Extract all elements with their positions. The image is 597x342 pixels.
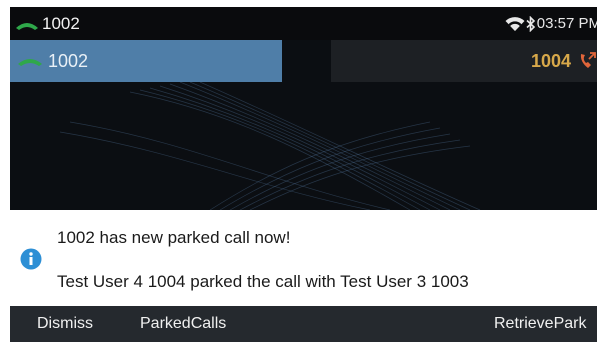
- retrieve-park-softkey[interactable]: RetrievePark: [494, 315, 586, 333]
- line-key-label: 1004: [530, 50, 571, 71]
- dismiss-softkey[interactable]: Dismiss: [37, 315, 93, 333]
- line-keys: 1002 1004: [10, 40, 597, 82]
- line-key-label: 1002: [48, 50, 89, 71]
- parked-call-icon: [577, 51, 597, 71]
- status-time: 03:57 PM: [536, 15, 597, 32]
- wifi-icon: [505, 16, 525, 32]
- status-account: 1002: [14, 14, 80, 34]
- parked-calls-softkey[interactable]: ParkedCalls: [140, 315, 226, 333]
- wallpaper: [10, 81, 597, 211]
- notification-title: 1002 has new parked call now!: [57, 228, 291, 247]
- status-bar: 1002 03:57 PM: [10, 7, 597, 40]
- status-indicators: 03:57 PM: [505, 15, 597, 32]
- info-icon: [20, 248, 42, 270]
- status-account-label: 1002: [42, 14, 80, 33]
- phone-screen: 1002 03:57 PM 1002 1004 1002 has new par…: [10, 7, 597, 342]
- bluetooth-icon: [525, 15, 537, 32]
- softkey-bar: Dismiss ParkedCalls RetrievePark: [10, 306, 597, 342]
- phone-handset-icon: [14, 17, 40, 31]
- parked-call-notification: 1002 has new parked call now! Test User …: [10, 210, 597, 306]
- phone-handset-icon: [16, 54, 44, 68]
- line-key-1004[interactable]: 1004: [331, 40, 597, 82]
- notification-body: Test User 4 1004 parked the call with Te…: [57, 272, 469, 291]
- line-key-1002[interactable]: 1002: [10, 40, 282, 82]
